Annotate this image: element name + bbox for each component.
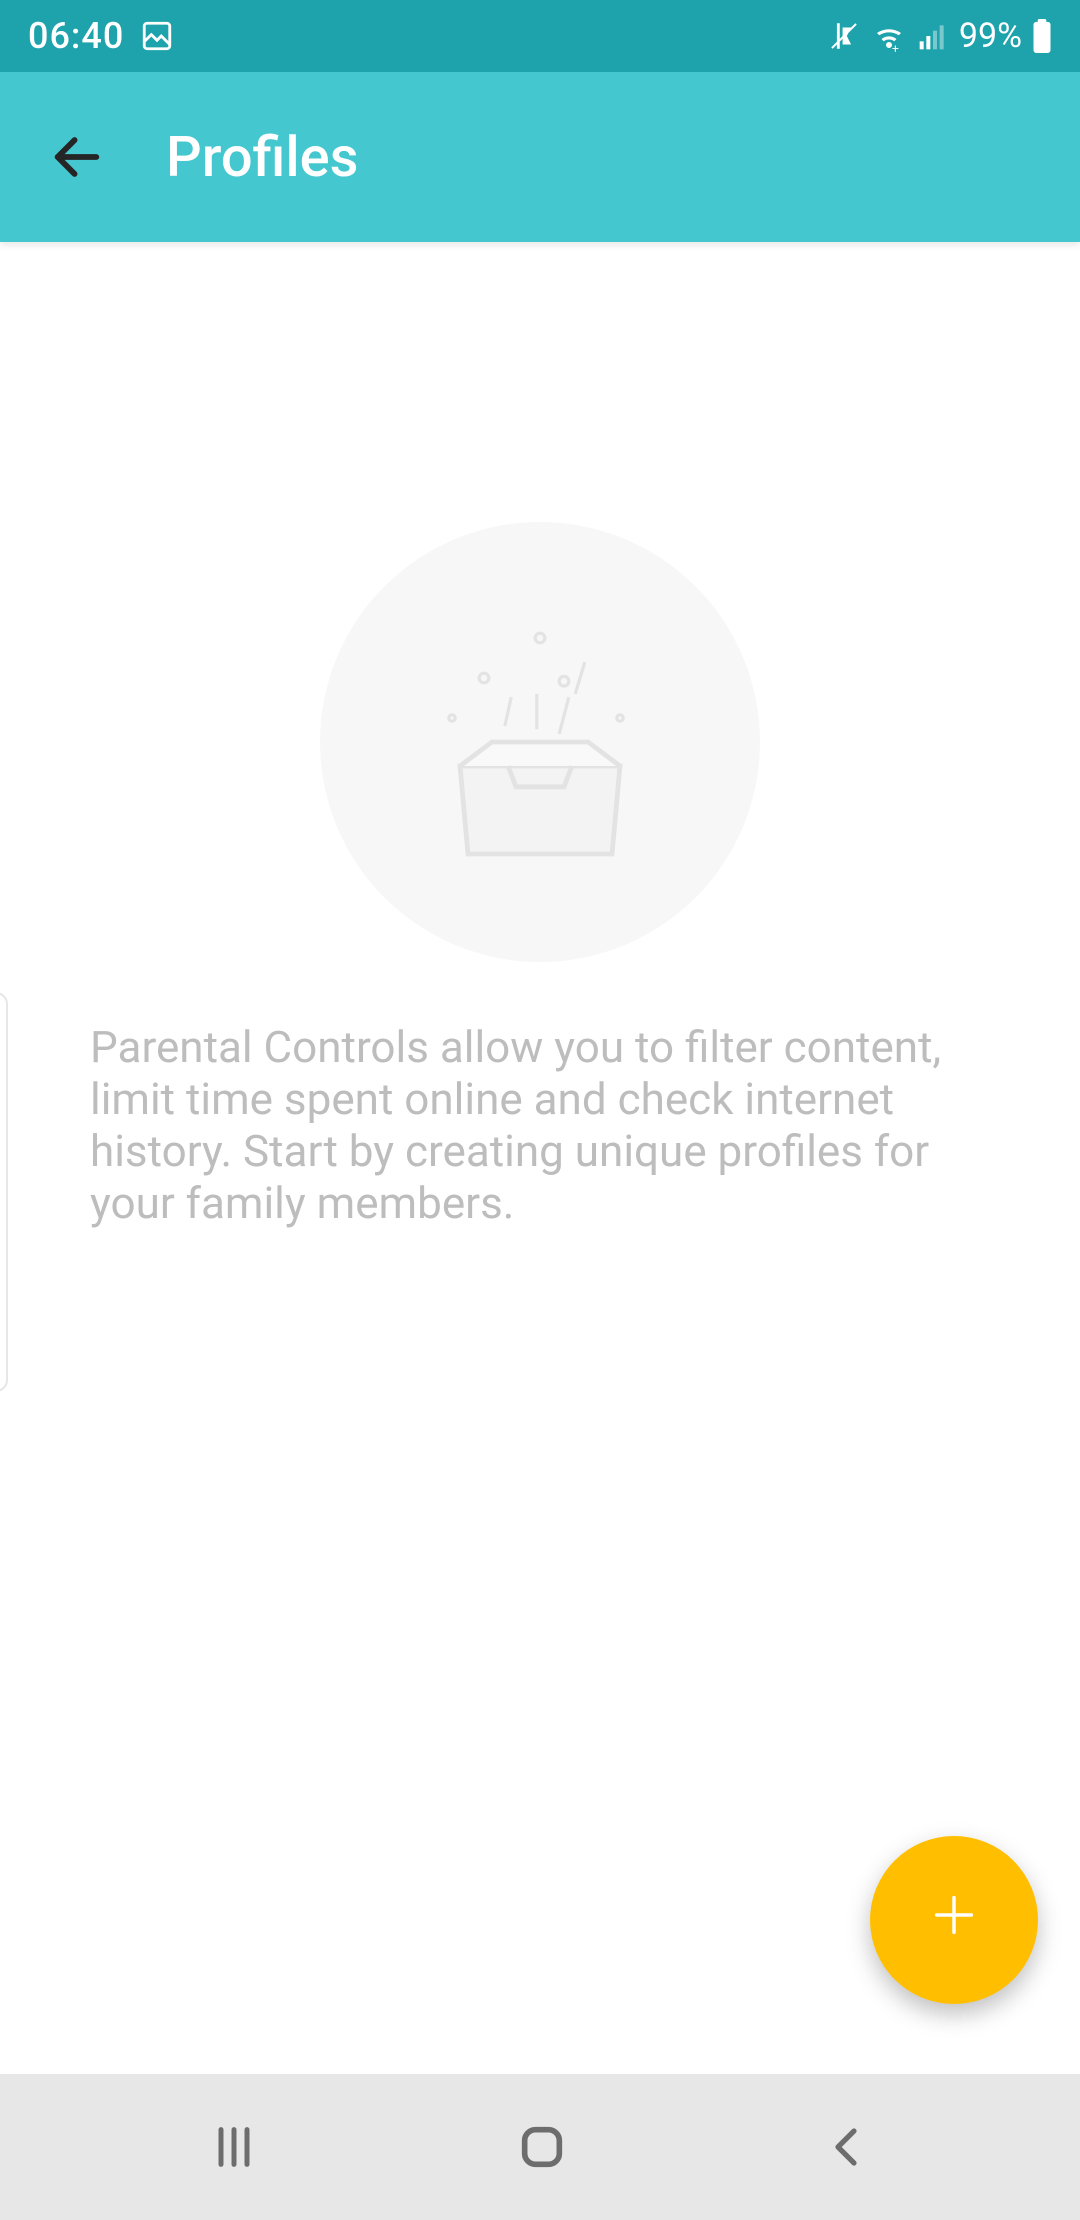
status-time: 06:40: [28, 15, 124, 57]
back-button[interactable]: [48, 128, 106, 186]
vibrate-mute-icon: [827, 19, 861, 53]
recents-button[interactable]: [208, 2121, 260, 2173]
system-nav-bar: [0, 2074, 1080, 2220]
content-area: Parental Controls allow you to filter co…: [0, 242, 1080, 2074]
signal-icon: [917, 20, 949, 52]
side-edge-tab[interactable]: [0, 992, 8, 1392]
plus-icon: [928, 1885, 980, 1956]
home-button[interactable]: [516, 2121, 568, 2173]
picture-icon: [140, 19, 174, 53]
wifi-icon: +: [871, 18, 907, 54]
battery-icon: [1032, 19, 1052, 53]
empty-state-text: Parental Controls allow you to filter co…: [90, 1022, 1020, 1230]
svg-text:+: +: [892, 42, 899, 55]
empty-box-illustration: [320, 522, 760, 962]
add-profile-fab[interactable]: [870, 1836, 1038, 2004]
back-nav-button[interactable]: [824, 2123, 872, 2171]
battery-percent: 99%: [959, 16, 1022, 56]
status-left: 06:40: [28, 15, 174, 57]
status-bar: 06:40 + 99%: [0, 0, 1080, 72]
app-bar: Profiles: [0, 72, 1080, 242]
page-title: Profiles: [166, 124, 358, 190]
status-right: + 99%: [827, 16, 1052, 56]
